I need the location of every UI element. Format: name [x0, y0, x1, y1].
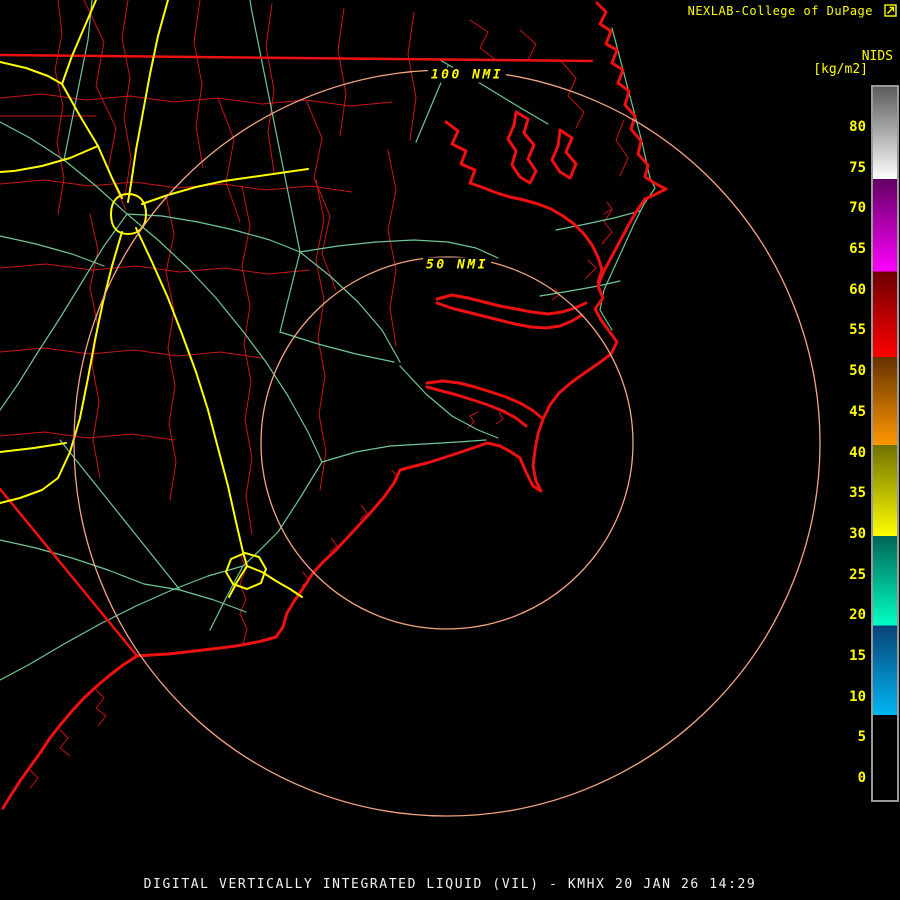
interstates-path — [246, 565, 303, 598]
interstates-path — [135, 227, 248, 567]
roads-path — [0, 565, 244, 681]
colorbar-tick-label: 0 — [857, 770, 866, 787]
colorbar-units: [kg/m2] — [813, 62, 868, 77]
roads-path — [279, 331, 395, 363]
roads-path — [0, 213, 128, 411]
county-boundaries-path — [315, 179, 327, 491]
colorbar-tick-label: 80 — [849, 119, 866, 135]
county-boundaries-path — [0, 431, 175, 441]
roads-path — [249, 0, 301, 253]
roads-path — [539, 280, 621, 297]
interstates-path — [127, 0, 169, 203]
colorbar-tick-label: 35 — [849, 485, 866, 502]
roads-path — [299, 251, 401, 363]
colorbar-tick-label: 30 — [849, 525, 866, 542]
colorbar-tick-label: 75 — [849, 159, 866, 176]
range-ring-label-50nmi: 50 NMI — [423, 257, 491, 273]
coastline-path — [550, 128, 578, 180]
range-ring-label-100nmi: 100 NMI — [427, 67, 507, 83]
county-boundaries-path — [469, 19, 497, 61]
colorbar-tick-label: 50 — [849, 363, 866, 380]
colorbar-tick-label: 5 — [857, 729, 866, 746]
county-boundaries-path — [305, 99, 337, 291]
interstates-path — [0, 231, 123, 504]
colorbar-tick-label: 15 — [849, 647, 866, 664]
roads-path — [63, 0, 93, 161]
radar-map-canvas — [0, 0, 821, 817]
county-boundaries-path — [121, 0, 132, 197]
county-boundaries-path — [193, 0, 204, 169]
brand-text: NEXLAB-College of DuPage — [687, 4, 873, 18]
coastline-path — [425, 385, 528, 428]
roads-path — [0, 235, 105, 267]
county-boundaries-path — [89, 213, 101, 479]
interstates-path — [0, 442, 67, 453]
county-boundaries-path — [83, 0, 127, 211]
roads-path — [59, 439, 181, 591]
county-boundaries-path — [407, 11, 417, 141]
roads-path — [126, 213, 301, 253]
roads-path — [299, 239, 499, 259]
colorbar-tick-label: 70 — [849, 200, 866, 217]
state-borders-path — [0, 53, 594, 63]
corner-mark-icon — [884, 4, 897, 17]
coastline-path — [506, 110, 538, 185]
colorbar-tick-label: 25 — [849, 566, 866, 583]
colorbar-tick-label: 10 — [849, 688, 866, 705]
roads-path — [242, 461, 323, 567]
colorbar-tick-label: 65 — [849, 241, 866, 258]
county-boundaries-path — [467, 201, 613, 429]
county-boundaries-path — [165, 195, 177, 501]
colorbar-tick-label: 55 — [849, 322, 866, 339]
interstates-path — [0, 61, 63, 85]
coastline-path — [425, 379, 544, 420]
colorbar-tick-label: 60 — [849, 281, 866, 298]
county-boundaries-path — [29, 689, 107, 789]
roads-path — [179, 589, 247, 613]
county-boundaries-path — [615, 119, 629, 177]
product-caption: DIGITAL VERTICALLY INTEGRATED LIQUID (VI… — [143, 877, 757, 892]
radar-display: 100 NMI 50 NMI NEXLAB-College of DuPage … — [0, 0, 900, 900]
county-boundaries-path — [387, 149, 397, 347]
county-boundaries-path — [0, 93, 393, 107]
county-boundaries-path — [519, 29, 537, 61]
colorbar-tick-label: 40 — [849, 444, 866, 461]
colorbar-tick-label: 20 — [849, 607, 866, 624]
colorbar — [871, 85, 899, 802]
state-borders-path — [0, 487, 139, 658]
colorbar-tick-label: 45 — [849, 403, 866, 420]
county-boundaries-path — [241, 185, 253, 535]
county-boundaries-path — [337, 7, 347, 137]
coastline-path — [1, 1, 668, 810]
roads-path — [209, 565, 244, 631]
roads-path — [0, 539, 181, 591]
county-boundaries-path — [217, 97, 241, 223]
roads-path — [279, 251, 301, 333]
